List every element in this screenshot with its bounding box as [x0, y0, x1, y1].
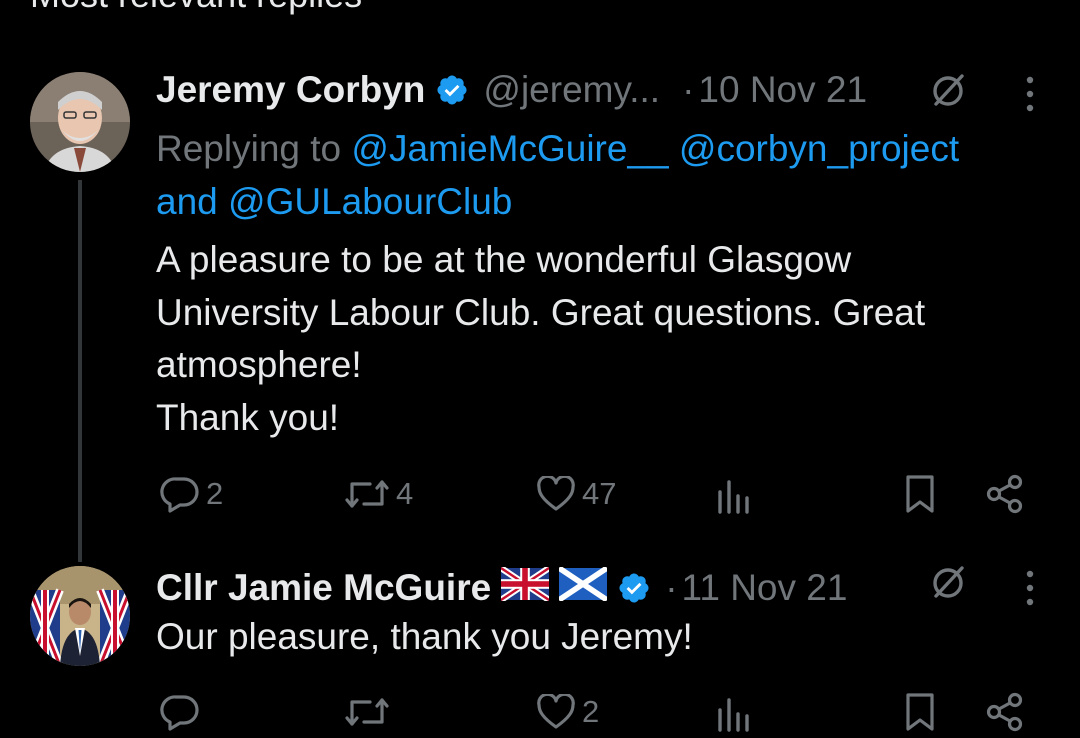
- tweet-date[interactable]: 11 Nov 21: [682, 567, 848, 609]
- avatar-jamie-mcguire[interactable]: [30, 566, 130, 666]
- mention-link[interactable]: @corbyn_project: [679, 128, 959, 169]
- display-name[interactable]: Cllr Jamie McGuire: [156, 567, 491, 609]
- tweet-text-line: atmosphere!: [156, 344, 362, 385]
- section-header: Most relevant replies: [30, 0, 362, 16]
- retweet-icon: [344, 476, 390, 512]
- bookmark-button[interactable]: [904, 472, 936, 516]
- share-icon: [986, 474, 1024, 514]
- grok-icon[interactable]: [928, 70, 968, 110]
- thread-connector-line: [78, 180, 82, 562]
- separator-dot: ·: [665, 567, 678, 608]
- separator-dot: ·: [682, 69, 695, 110]
- views-button[interactable]: [716, 474, 750, 518]
- avatar-jeremy-corbyn[interactable]: [30, 72, 130, 172]
- verified-badge-icon: [435, 73, 469, 107]
- grok-icon[interactable]: [928, 562, 968, 602]
- verified-badge-icon: [617, 571, 651, 605]
- share-icon: [986, 692, 1024, 732]
- user-handle[interactable]: @jeremy...: [483, 69, 660, 111]
- reply-icon: [160, 693, 200, 731]
- tweet-1-header: Jeremy Corbyn @jeremy... · 10 Nov 21: [156, 68, 867, 112]
- avatar-photo: [30, 72, 130, 172]
- reply-button[interactable]: 2: [160, 472, 223, 516]
- views-button[interactable]: [716, 692, 750, 736]
- tweet-text-line: Thank you!: [156, 396, 340, 438]
- replying-to: Replying to @JamieMcGuire__ @corbyn_proj…: [156, 122, 1056, 228]
- retweet-icon: [344, 694, 390, 730]
- share-button[interactable]: [986, 690, 1024, 734]
- bookmark-icon: [904, 692, 936, 732]
- like-count: 47: [582, 476, 617, 511]
- reply-count: 2: [206, 476, 224, 511]
- like-button[interactable]: 2: [536, 690, 599, 734]
- reply-button[interactable]: [160, 690, 200, 734]
- tweet-2-header: Cllr Jamie McGuire · 11 Nov 21: [156, 564, 848, 610]
- like-icon: [536, 476, 576, 512]
- tweet-text-line: University Labour Club. Great questions.…: [156, 291, 926, 333]
- like-button[interactable]: 47: [536, 472, 616, 516]
- tweet-text-line: A pleasure to be at the wonderful Glasgo…: [156, 239, 852, 280]
- avatar-photo: [30, 566, 130, 666]
- mention-joiner: and: [156, 181, 218, 222]
- reply-icon: [160, 475, 200, 513]
- bookmark-icon: [904, 474, 936, 514]
- replies-page: Most relevant replies Jeremy Corbyn @jer…: [0, 0, 1080, 738]
- display-name[interactable]: Jeremy Corbyn: [156, 69, 425, 111]
- tweet-date[interactable]: 10 Nov 21: [698, 69, 867, 111]
- retweet-button[interactable]: 4: [344, 472, 413, 516]
- views-icon: [716, 696, 750, 732]
- retweet-count: 4: [396, 476, 414, 511]
- tweet-text: Our pleasure, thank you Jeremy!: [156, 616, 693, 657]
- bookmark-button[interactable]: [904, 690, 936, 734]
- mention-link[interactable]: @JamieMcGuire__: [351, 128, 668, 169]
- like-icon: [536, 694, 576, 730]
- more-icon[interactable]: [1024, 570, 1036, 606]
- uk-flag-icon: [499, 564, 551, 610]
- mention-link[interactable]: @GULabourClub: [228, 181, 512, 222]
- retweet-button[interactable]: [344, 690, 390, 734]
- scotland-flag-icon: [557, 565, 609, 610]
- replying-prefix: Replying to: [156, 128, 342, 169]
- like-count: 2: [582, 694, 600, 729]
- share-button[interactable]: [986, 472, 1024, 516]
- tweet-text: A pleasure to be at the wonderful Glasgo…: [156, 234, 1056, 444]
- views-icon: [716, 478, 750, 514]
- more-icon[interactable]: [1024, 76, 1036, 112]
